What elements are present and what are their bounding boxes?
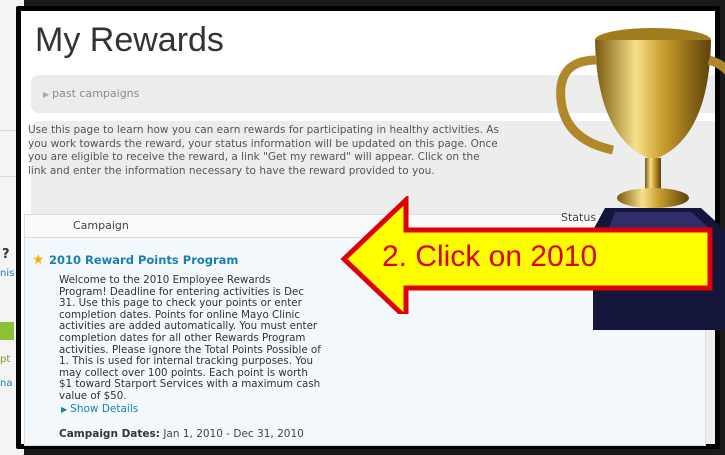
campaign-title-link[interactable]: 2010 Reward Points Program xyxy=(49,253,238,267)
triangle-right-icon: ▶ xyxy=(43,90,50,99)
show-details-link[interactable]: ▶ Show Details xyxy=(61,403,138,415)
campaign-dates-value: Jan 1, 2010 - Dec 31, 2010 xyxy=(159,428,304,440)
intro-text: Use this page to learn how you can earn … xyxy=(28,124,499,177)
campaign-dates-label: Campaign Dates: xyxy=(59,428,160,440)
background-link-fragment[interactable]: nis xyxy=(0,268,14,279)
past-campaigns-label: past campaigns xyxy=(52,87,140,100)
show-details-label: Show Details xyxy=(70,403,139,415)
background-green-button[interactable] xyxy=(0,322,14,340)
page-title: My Rewards xyxy=(35,21,224,59)
trophy-stem xyxy=(645,158,661,192)
callout-text: 2. Click on 2010 xyxy=(382,240,598,273)
column-header-campaign: Campaign xyxy=(73,219,129,232)
star-icon: ★ xyxy=(32,252,45,268)
campaign-dates: Campaign Dates: Jan 1, 2010 - Dec 31, 20… xyxy=(59,428,304,440)
background-link-fragment[interactable]: na xyxy=(0,378,12,389)
background-text-fragment: pt xyxy=(0,354,11,365)
triangle-right-icon: ▶ xyxy=(61,405,68,414)
trophy-handle-right xyxy=(707,55,725,75)
campaign-description: Welcome to the 2010 Employee Rewards Pro… xyxy=(59,274,321,402)
help-question-mark: ? xyxy=(2,247,10,262)
trophy-cup xyxy=(595,40,711,160)
past-campaigns-link[interactable]: ▶ past campaigns xyxy=(43,87,139,100)
